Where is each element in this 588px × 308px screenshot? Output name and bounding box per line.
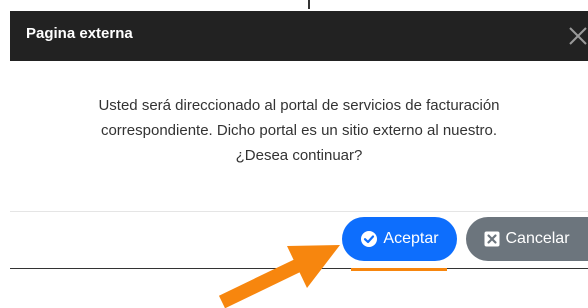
page: Pagina externa Usted será direccionado a… [0, 0, 588, 308]
pointer-arrow-icon [218, 245, 340, 308]
